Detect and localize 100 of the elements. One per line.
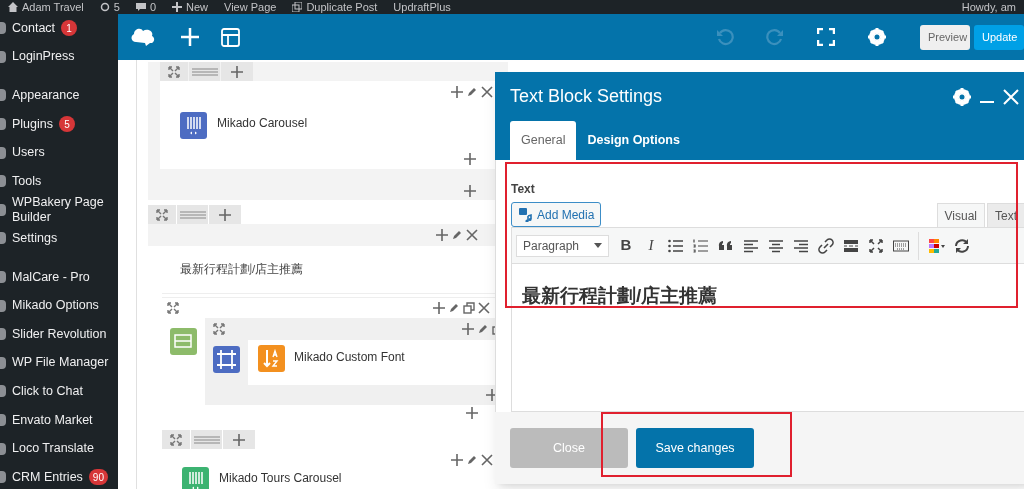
read-more-icon[interactable] (843, 237, 859, 254)
refresh-icon[interactable] (954, 237, 970, 254)
pencil-icon[interactable] (466, 454, 478, 466)
bulleted-list-icon[interactable] (668, 237, 684, 254)
close-icon[interactable] (481, 86, 493, 98)
format-dropdown[interactable]: Paragraph (516, 234, 609, 257)
add-icon (219, 208, 231, 221)
close-icon[interactable] (481, 454, 493, 466)
sidebar-item[interactable]: CRM Entries 90 (0, 462, 118, 489)
move-handle[interactable] (162, 430, 190, 449)
drag-lines-icon (179, 209, 206, 220)
sidebar-item[interactable]: Plugins 5 (0, 109, 118, 139)
add-row-button[interactable] (223, 430, 255, 449)
add-icon[interactable] (451, 86, 463, 98)
element-title: Mikado Custom Font (294, 349, 405, 366)
add-icon[interactable] (436, 229, 448, 241)
sidebar-item[interactable]: MalCare - Pro (0, 262, 118, 292)
expand-icon (168, 65, 180, 78)
add-icon[interactable] (464, 185, 476, 197)
expand-icon[interactable] (167, 302, 179, 314)
menu-icon (0, 118, 6, 131)
add-media-button[interactable]: Add Media (511, 202, 602, 227)
admin-bar-link[interactable]: UpdraftPlus (393, 0, 451, 14)
dialog-title: Text Block Settings (510, 85, 663, 108)
move-handle[interactable] (160, 62, 188, 81)
menu-icon (0, 356, 6, 369)
menu-icon (0, 146, 6, 159)
add-icon[interactable] (462, 323, 474, 335)
sidebar-item[interactable]: Mikado Options (0, 291, 118, 320)
add-icon[interactable] (433, 302, 445, 314)
site-name[interactable]: Adam Travel (22, 0, 84, 14)
sidebar-item[interactable]: Click to Chat (0, 377, 118, 406)
layout-icon[interactable] (221, 27, 240, 47)
bold-button[interactable]: B (618, 234, 634, 257)
caret-icon (594, 243, 602, 248)
pencil-icon[interactable] (466, 86, 478, 98)
pencil-icon[interactable] (451, 229, 463, 241)
admin-bar-link[interactable]: View Page (224, 0, 277, 14)
pencil-icon[interactable] (477, 323, 489, 335)
sidebar-item[interactable]: Loco Translate (0, 434, 118, 463)
menu-icon (0, 442, 6, 455)
sidebar-item[interactable]: Tools (0, 166, 118, 196)
drag-handle[interactable] (177, 205, 208, 224)
dialog-tab[interactable]: Design Options (576, 121, 691, 160)
sidebar-item[interactable]: Contact 1 (0, 14, 118, 43)
comment-icon (135, 2, 146, 12)
align-center-icon[interactable] (768, 237, 784, 254)
color-palette-icon[interactable] (928, 237, 945, 254)
menu-icon (0, 328, 6, 341)
home-icon (8, 2, 18, 12)
close-icon[interactable] (466, 229, 478, 241)
sidebar-item[interactable]: LoginPress (0, 42, 118, 72)
settings-icon[interactable] (868, 28, 886, 46)
save-button[interactable]: Save changes (636, 428, 754, 468)
add-icon[interactable] (464, 153, 476, 165)
sidebar-item[interactable]: WP File Manager (0, 348, 118, 378)
align-left-icon[interactable] (743, 237, 759, 254)
close-icon[interactable] (478, 302, 490, 314)
sidebar-item[interactable]: Settings (0, 224, 118, 253)
editor-tab[interactable]: Text (987, 203, 1024, 227)
menu-icon (0, 414, 6, 426)
media-icon (518, 207, 532, 222)
expand-icon[interactable] (868, 237, 884, 254)
new-link[interactable]: New (186, 0, 208, 14)
sidebar-item[interactable]: Envato Market (0, 405, 118, 435)
preview-button[interactable]: Preview (920, 24, 970, 50)
copy-icon (292, 2, 303, 12)
admin-bar-link[interactable]: Duplicate Post (306, 0, 378, 14)
fullscreen-icon[interactable] (817, 28, 835, 46)
sidebar-item[interactable]: WPBakery Page Builder (0, 195, 118, 225)
comment-count[interactable]: 0 (149, 0, 156, 14)
sidebar-item[interactable]: Appearance (0, 81, 118, 110)
pencil-icon[interactable] (448, 302, 460, 314)
drag-handle[interactable] (191, 430, 222, 449)
greeting[interactable]: Howdy, am (961, 0, 1024, 14)
menu-icon (0, 271, 6, 284)
align-right-icon[interactable] (793, 237, 809, 254)
link-icon[interactable] (818, 237, 834, 254)
italic-button[interactable]: I (643, 234, 659, 257)
editor-content-heading[interactable]: 最新行程計劃/店主推薦 (522, 285, 718, 306)
dialog-tab[interactable]: General (510, 121, 577, 160)
editor-tab[interactable]: Visual (936, 203, 985, 227)
add-row-button[interactable] (209, 205, 241, 224)
update-count[interactable]: 5 (113, 0, 120, 14)
expand-icon[interactable] (213, 323, 225, 335)
drag-handle[interactable] (189, 62, 220, 81)
move-handle[interactable] (148, 205, 176, 224)
expand-icon (156, 208, 168, 221)
add-icon[interactable] (451, 454, 463, 466)
copy-icon[interactable] (463, 302, 475, 314)
menu-icon (0, 232, 6, 245)
keyboard-icon[interactable] (893, 237, 909, 254)
add-icon[interactable] (466, 407, 478, 419)
settings-icon[interactable] (953, 87, 971, 106)
numbered-list-icon[interactable] (693, 237, 709, 254)
add-row-button[interactable] (221, 62, 253, 81)
sidebar-item[interactable]: Users (0, 138, 118, 167)
menu-icon (0, 203, 6, 216)
drag-lines-icon (193, 434, 220, 445)
sidebar-item[interactable]: Slider Revolution (0, 319, 118, 349)
